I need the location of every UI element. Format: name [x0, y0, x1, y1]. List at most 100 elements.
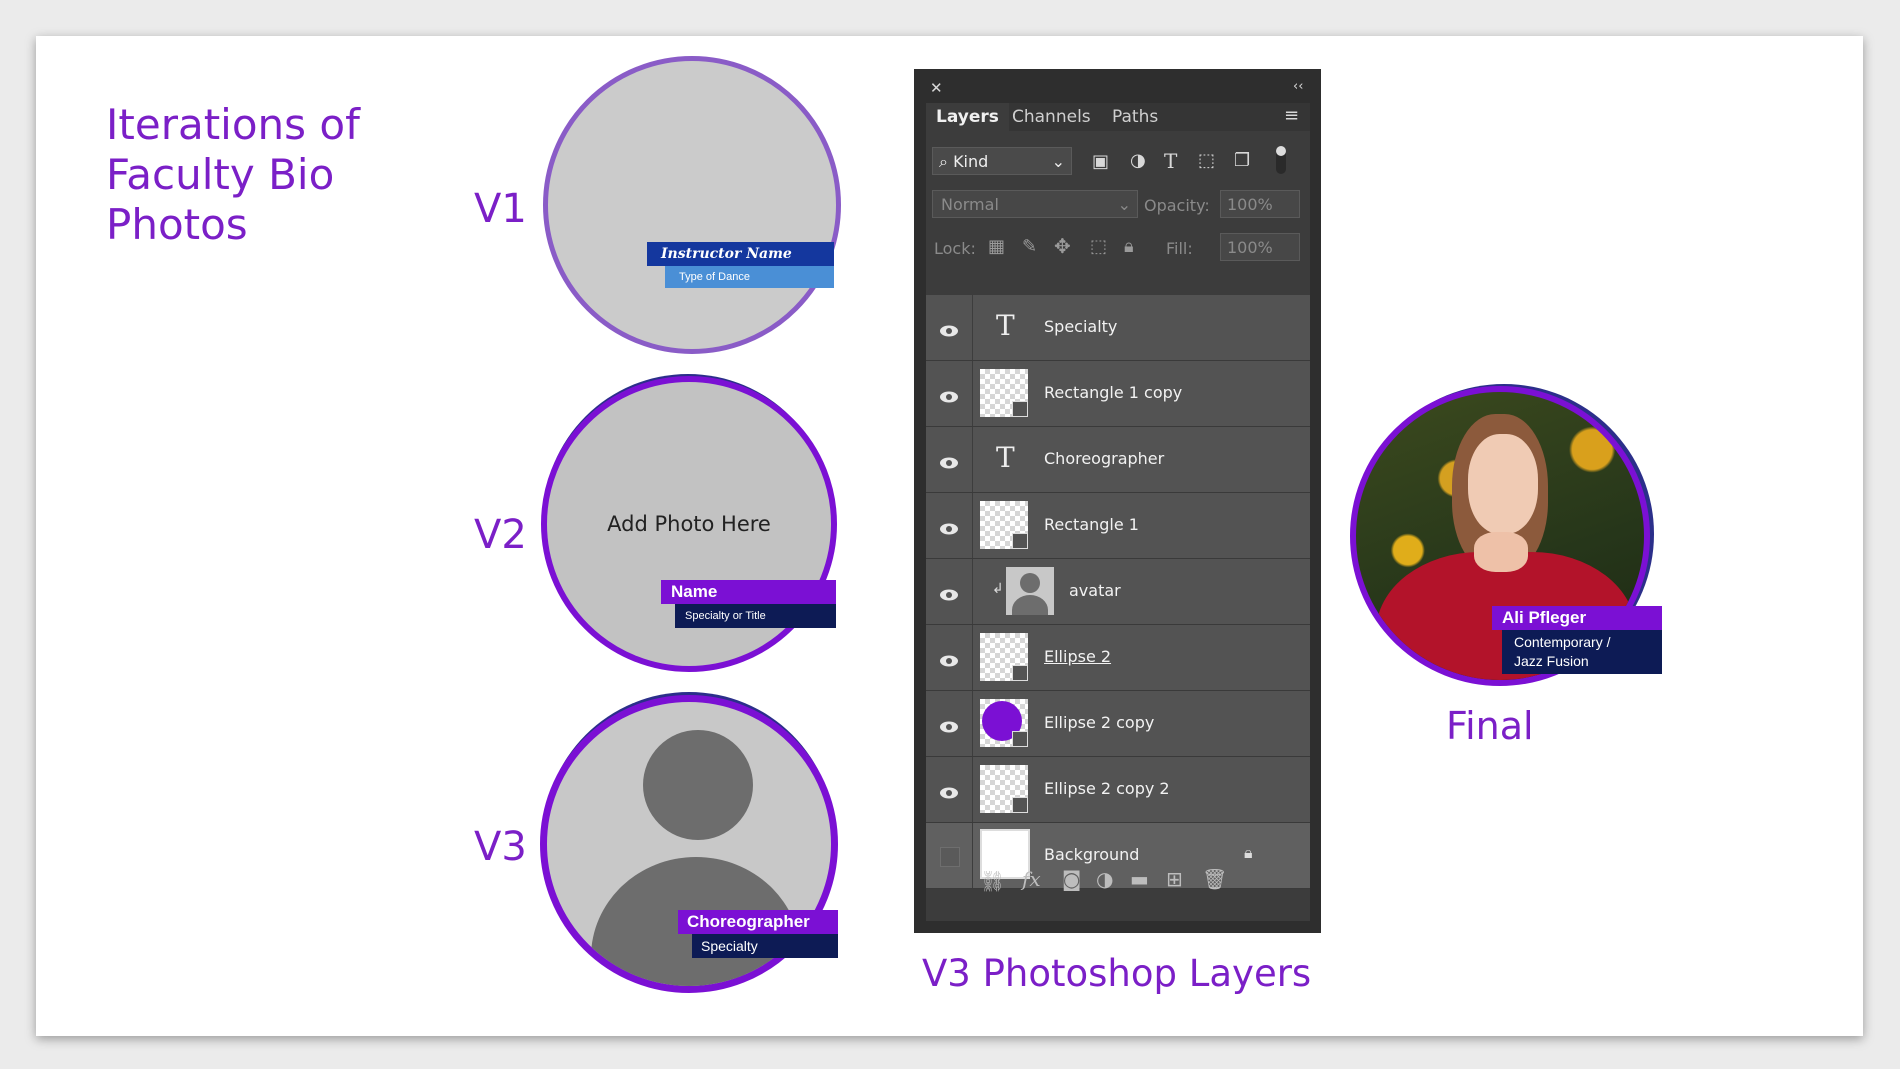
- layer-name: Rectangle 1: [1044, 515, 1139, 534]
- v2-avatar: Add Photo Here Name Specialty or Title: [541, 374, 841, 674]
- text-layer-icon: T: [996, 441, 1015, 474]
- avatar-thumbnail: [1006, 567, 1054, 615]
- chevron-down-icon: ⌄: [1117, 195, 1131, 214]
- layer-row[interactable]: ↲ avatar: [926, 559, 1310, 625]
- v2-sub-tag: Specialty or Title: [675, 604, 836, 628]
- chevron-down-icon: ⌄: [1051, 152, 1065, 171]
- blend-mode-select[interactable]: Normal ⌄: [932, 190, 1138, 218]
- title-line-2: Faculty Bio: [106, 150, 335, 199]
- v1-label: V1: [474, 186, 527, 232]
- adjustment-layer-icon[interactable]: ◑: [1096, 867, 1113, 891]
- eye-icon[interactable]: [939, 520, 959, 535]
- layer-row[interactable]: T Specialty: [926, 295, 1310, 361]
- filter-kind-select[interactable]: ⌕ Kind ⌄: [932, 147, 1072, 175]
- smart-object-filter-icon[interactable]: ❐: [1234, 150, 1250, 171]
- fill-label: Fill:: [1166, 239, 1193, 258]
- photoshop-caption: V3 Photoshop Layers: [922, 952, 1312, 995]
- shape-thumbnail: [980, 501, 1028, 549]
- image-filter-icon[interactable]: ▣: [1092, 151, 1109, 172]
- final-avatar: Ali Pfleger Contemporary / Jazz Fusion: [1350, 382, 1668, 692]
- panel-menu-icon[interactable]: ≡: [1284, 105, 1299, 126]
- folder-icon[interactable]: ▬: [1130, 867, 1149, 891]
- lock-all-icon[interactable]: 🔒︎: [1124, 236, 1134, 257]
- layer-row[interactable]: Ellipse 2 copy 2: [926, 757, 1310, 823]
- photoshop-layers-panel: ✕ ‹‹ Layers Channels Paths ≡ ⌕ Kind ⌄ ▣ …: [914, 69, 1321, 933]
- eye-icon[interactable]: [939, 784, 959, 799]
- tab-layers[interactable]: Layers: [926, 103, 1009, 131]
- vector-badge-icon: [1012, 731, 1028, 747]
- eye-icon[interactable]: [939, 586, 959, 601]
- title-line-3: Photos: [106, 200, 248, 249]
- vector-badge-icon: [1012, 665, 1028, 681]
- new-layer-icon[interactable]: ⊞: [1166, 867, 1183, 891]
- lock-artboard-icon[interactable]: ⬚: [1090, 236, 1107, 257]
- layer-name: Ellipse 2 copy 2: [1044, 779, 1170, 798]
- filter-kind-value: Kind: [953, 152, 989, 171]
- vector-badge-icon: [1012, 533, 1028, 549]
- v3-sub-tag: Specialty: [692, 934, 838, 958]
- collapse-icon[interactable]: ‹‹: [1293, 79, 1303, 94]
- face-shape: [1468, 434, 1538, 534]
- eye-icon[interactable]: [939, 652, 959, 667]
- fill-field[interactable]: 100%: [1220, 233, 1300, 261]
- link-layers-icon[interactable]: ⛓︎: [980, 869, 1005, 893]
- shape-thumbnail: [980, 765, 1028, 813]
- hand-shape: [1474, 532, 1528, 572]
- lock-label: Lock:: [934, 239, 976, 258]
- final-label: Final: [1446, 704, 1534, 748]
- opacity-field[interactable]: 100%: [1220, 190, 1300, 218]
- layer-name: Choreographer: [1044, 449, 1165, 468]
- filter-toggle[interactable]: [1276, 146, 1286, 174]
- layer-row[interactable]: Rectangle 1: [926, 493, 1310, 559]
- v2-label: V2: [474, 512, 527, 558]
- tab-channels[interactable]: Channels: [1002, 103, 1101, 131]
- final-name-tag: Ali Pfleger: [1492, 606, 1662, 630]
- final-sub-tag: Contemporary / Jazz Fusion: [1502, 630, 1662, 674]
- close-icon[interactable]: ✕: [930, 79, 943, 97]
- adjustment-filter-icon[interactable]: ◑: [1130, 150, 1146, 171]
- lock-transparent-icon[interactable]: ▦: [988, 236, 1005, 257]
- layer-row[interactable]: Ellipse 2: [926, 625, 1310, 691]
- opacity-label: Opacity:: [1144, 196, 1210, 215]
- trash-icon[interactable]: 🗑︎: [1202, 867, 1227, 891]
- v1-name-tag: Instructor Name: [647, 242, 834, 266]
- v3-avatar: Choreographer Specialty: [540, 692, 842, 994]
- vector-badge-icon: [1012, 797, 1028, 813]
- eye-icon[interactable]: [939, 718, 959, 733]
- fx-icon[interactable]: fx: [1022, 867, 1041, 891]
- shape-thumbnail: [980, 633, 1028, 681]
- title-line-1: Iterations of: [106, 100, 360, 149]
- lock-move-icon[interactable]: ✥: [1054, 234, 1071, 258]
- final-sub-line-1: Contemporary /: [1514, 634, 1611, 650]
- layer-name: Rectangle 1 copy: [1044, 383, 1183, 402]
- eye-icon[interactable]: [939, 322, 959, 337]
- lock-brush-icon[interactable]: ✎: [1022, 236, 1037, 257]
- layer-row[interactable]: Rectangle 1 copy: [926, 361, 1310, 427]
- v1-avatar: Instructor Name Type of Dance: [543, 56, 841, 354]
- blend-mode-value: Normal: [941, 195, 999, 214]
- v3-label: V3: [474, 824, 527, 870]
- shape-thumbnail: [980, 699, 1028, 747]
- slide-title: Iterations of Faculty Bio Photos: [106, 100, 406, 250]
- layer-mask-icon[interactable]: ◙: [1062, 867, 1081, 891]
- layer-row[interactable]: Ellipse 2 copy: [926, 691, 1310, 757]
- panel-tabs: Layers Channels Paths ≡: [926, 103, 1310, 131]
- fill-value: 100%: [1227, 238, 1273, 257]
- v3-name-tag: Choreographer: [678, 910, 838, 934]
- vector-badge-icon: [1012, 401, 1028, 417]
- clip-arrow-icon: ↲: [992, 581, 1004, 597]
- eye-icon[interactable]: [939, 454, 959, 469]
- tab-paths[interactable]: Paths: [1102, 103, 1168, 131]
- visibility-toggle[interactable]: [940, 847, 960, 867]
- v1-sub-tag: Type of Dance: [665, 266, 834, 288]
- layer-name: Specialty: [1044, 317, 1118, 336]
- layer-row[interactable]: T Choreographer: [926, 427, 1310, 493]
- text-layer-icon: T: [996, 309, 1015, 342]
- layer-name: Background: [1044, 845, 1140, 864]
- type-filter-icon[interactable]: T: [1164, 149, 1177, 173]
- eye-icon[interactable]: [939, 388, 959, 403]
- shape-filter-icon[interactable]: ⬚: [1198, 150, 1215, 171]
- opacity-value: 100%: [1227, 195, 1273, 214]
- lock-icon: 🔒︎: [1244, 843, 1253, 862]
- layer-name: avatar: [1069, 581, 1121, 600]
